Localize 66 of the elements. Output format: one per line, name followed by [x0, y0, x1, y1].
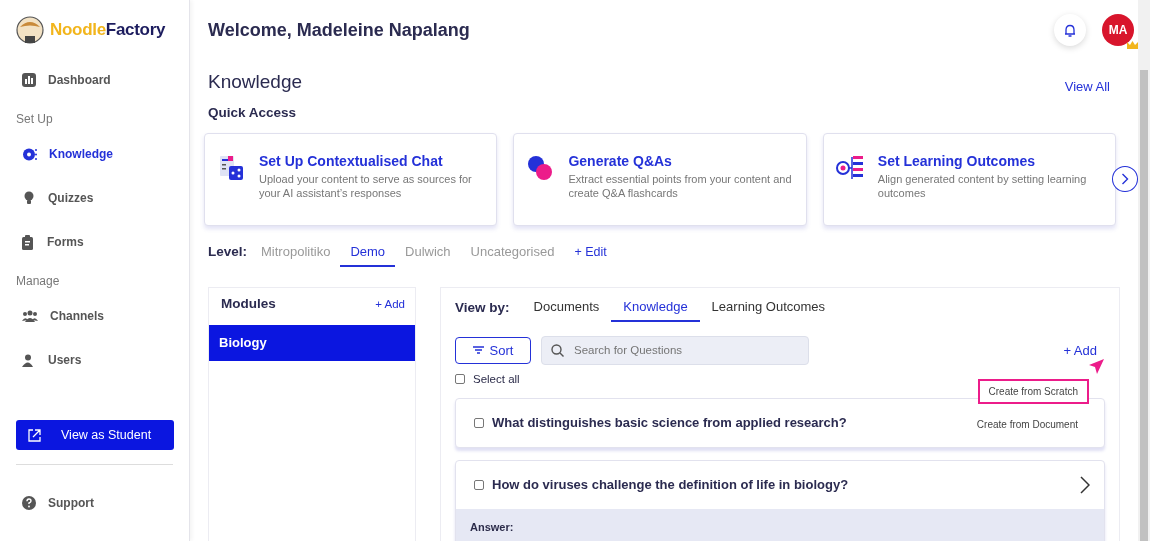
chat-bubbles-icon	[526, 153, 555, 182]
sort-button[interactable]: Sort	[455, 336, 531, 364]
sidebar-heading: Set Up	[16, 111, 54, 128]
bell-icon	[1064, 23, 1076, 37]
notification-button[interactable]	[1054, 14, 1086, 46]
help-icon	[22, 496, 36, 510]
crown-icon	[1127, 41, 1138, 49]
add-module-link[interactable]: + Add	[375, 295, 405, 313]
sidebar-item[interactable]: Channels	[16, 294, 173, 338]
view-by-tab[interactable]: Documents	[521, 294, 612, 322]
view-by-tab[interactable]: Learning Outcomes	[699, 294, 838, 322]
quick-access-heading: Quick Access	[208, 103, 298, 122]
sidebar-item[interactable]: Forms	[16, 220, 173, 264]
logo-text: NoodleFactory	[50, 19, 166, 42]
clipboard-icon	[22, 234, 35, 250]
search-field[interactable]: Search for Questions	[541, 335, 809, 365]
card-description: Align generated content by setting learning outcomes	[877, 172, 1088, 201]
question-text[interactable]: How do viruses challenge the definition of life in biology?	[492, 475, 849, 495]
brain-gear-icon	[22, 146, 37, 162]
card-description: Upload your content to serve as sources for your AI assistant’s responses	[259, 172, 473, 201]
level-label: Level:	[208, 243, 248, 262]
chart-icon	[22, 73, 36, 87]
add-question-link[interactable]: + Add	[1063, 340, 1097, 360]
question-checkbox[interactable]	[474, 480, 484, 490]
scrollbar[interactable]	[1138, 0, 1150, 541]
question-text[interactable]: What distinguishes basic science from applied research?	[492, 413, 847, 433]
view-all-link[interactable]: View All	[1064, 77, 1110, 97]
quick-access-card[interactable]: Set Learning Outcomes Align generated content by setting learning outcomes	[822, 132, 1117, 226]
welcome-heading: Welcome, Madeleine Napalang	[208, 18, 470, 42]
sidebar-item[interactable]: Knowledge	[16, 132, 173, 176]
section-title: Knowledge	[208, 70, 303, 94]
question-checkbox[interactable]	[474, 418, 484, 428]
card-title: Set Up Contextualised Chat	[259, 153, 444, 170]
view-as-student-button[interactable]: View as Student	[16, 420, 174, 450]
next-button[interactable]	[1112, 166, 1138, 193]
filter-icon	[472, 346, 484, 355]
card-description: Extract essential points from your content and create Q&A flashcards	[568, 172, 793, 201]
view-by-label: View by:	[455, 298, 510, 317]
view-by-tab[interactable]: Knowledge	[611, 294, 700, 322]
modules-heading: Modules	[221, 295, 276, 314]
card-title: Set Learning Outcomes	[877, 153, 1036, 170]
answer-label: Answer:	[470, 520, 515, 535]
sidebar-item[interactable]: Quizzes	[16, 176, 173, 220]
quick-access-card[interactable]: Set Up Contextualised Chat Upload your content to serve as sources for your AI assistant’s responses	[204, 132, 498, 226]
card-title: Generate Q&As	[568, 153, 673, 170]
user-icon	[22, 353, 36, 367]
sidebar-item[interactable]: Users	[16, 338, 173, 382]
chevron-right-icon	[1121, 173, 1130, 186]
target-list-icon	[835, 153, 864, 182]
lightbulb-icon	[22, 190, 36, 206]
quick-access-card[interactable]: Generate Q&As Extract essential points from your content and create Q&A flashcards	[513, 132, 807, 226]
scrollbar-thumb[interactable]	[1140, 70, 1148, 541]
support-link[interactable]: Support	[16, 481, 173, 525]
select-all-checkbox[interactable]: Select all	[455, 370, 520, 388]
search-icon	[551, 343, 564, 357]
level-tab[interactable]: Demo	[340, 237, 396, 268]
external-link-icon	[28, 428, 41, 442]
menu-item[interactable]: Create from Scratch	[977, 378, 1089, 404]
cursor-icon	[1087, 356, 1105, 375]
edit-link[interactable]: + Edit	[574, 243, 607, 262]
logo-mascot-icon	[16, 16, 44, 44]
sidebar-item[interactable]: Dashboard	[16, 58, 173, 102]
module-item[interactable]: Biology	[209, 324, 415, 361]
document-share-icon	[217, 153, 245, 182]
people-icon	[22, 310, 38, 322]
sidebar-heading: Manage	[16, 273, 61, 290]
